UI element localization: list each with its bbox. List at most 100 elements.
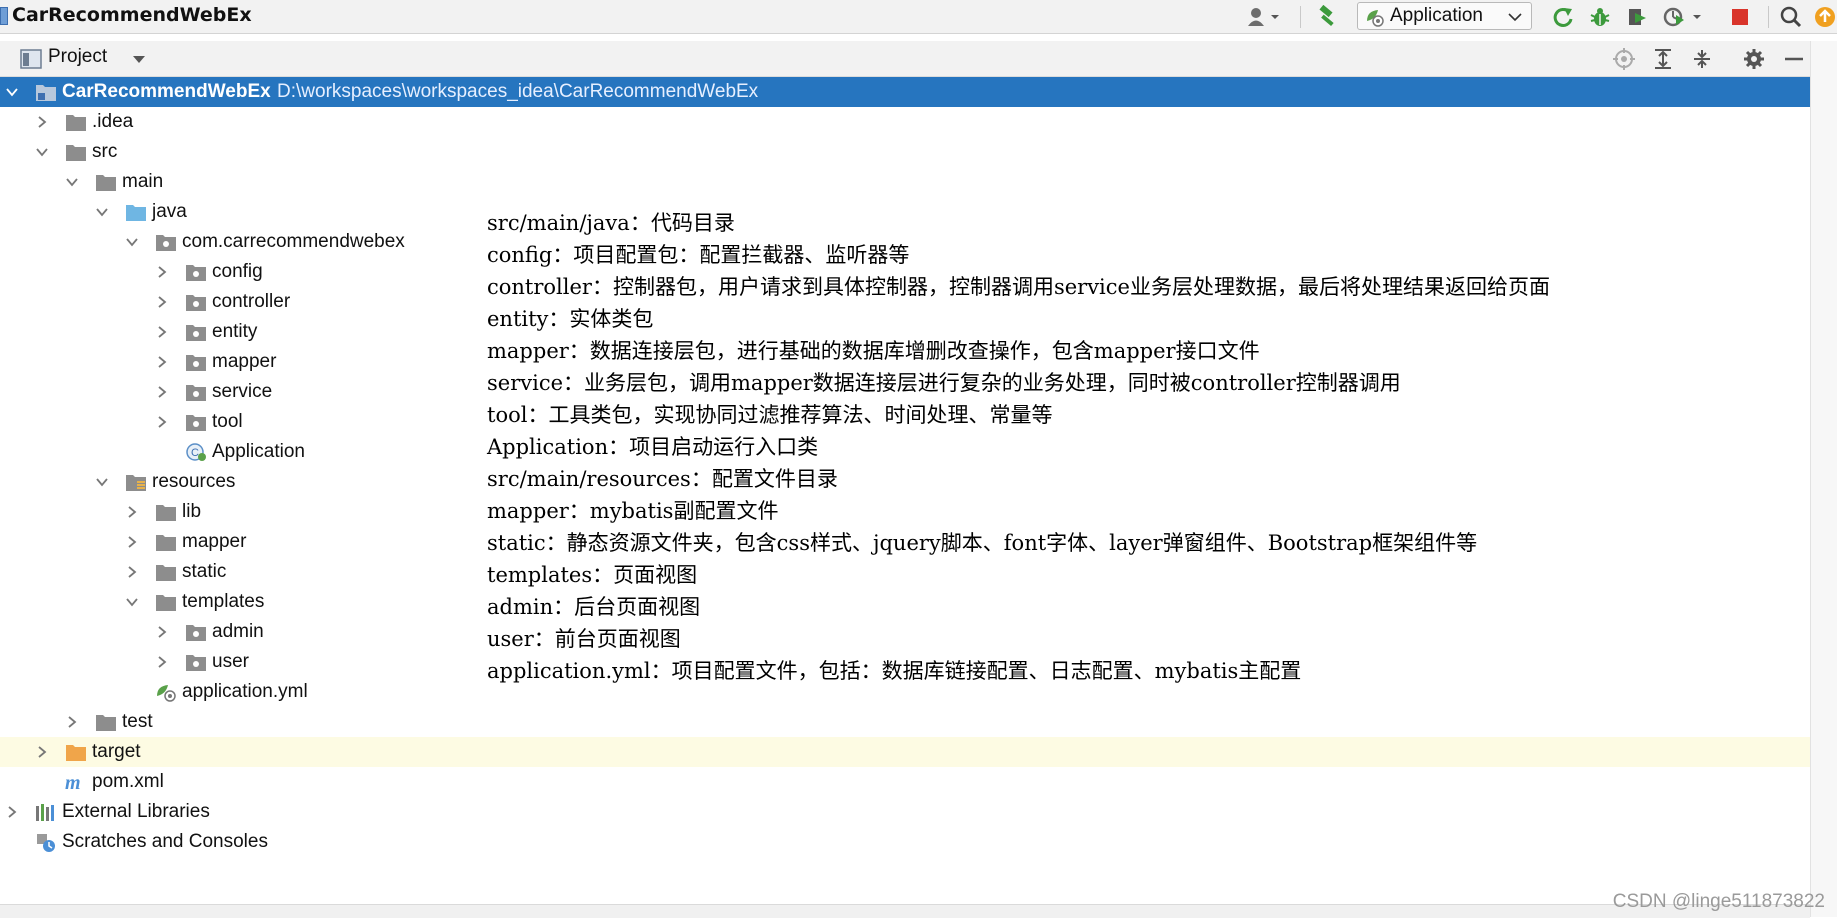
chevron-down-icon[interactable]: [96, 206, 108, 218]
tree-row-scratches[interactable]: Scratches and Consoles: [0, 827, 1810, 857]
tree-row-idea[interactable]: .idea: [0, 107, 1810, 137]
chevron-right-icon[interactable]: [36, 116, 48, 128]
tree-label-application: Application: [212, 441, 305, 462]
tree-row-test[interactable]: test: [0, 707, 1810, 737]
chevron-right-icon[interactable]: [156, 356, 168, 368]
chevron-down-icon[interactable]: [96, 476, 108, 488]
minimize-icon[interactable]: [1783, 48, 1805, 70]
package-icon: [186, 385, 206, 401]
package-icon: [186, 325, 206, 341]
chevron-right-icon[interactable]: [126, 566, 138, 578]
tree-label-external-libraries: External Libraries: [62, 801, 210, 822]
tree-label-java: java: [152, 201, 187, 222]
tree-row-target[interactable]: target: [0, 737, 1810, 767]
chevron-right-icon[interactable]: [66, 716, 78, 728]
dropdown-icon[interactable]: [132, 55, 146, 64]
chevron-right-icon[interactable]: [156, 656, 168, 668]
chevron-right-icon[interactable]: [156, 416, 168, 428]
stop-icon: [1732, 8, 1748, 25]
chevron-right-icon[interactable]: [126, 506, 138, 518]
account-button[interactable]: [1243, 0, 1287, 33]
chevron-down-icon[interactable]: [126, 596, 138, 608]
chevron-right-icon[interactable]: [156, 266, 168, 278]
annotation-line: templates：页面视图: [487, 563, 698, 587]
folder-icon: [156, 565, 176, 581]
chevron-right-icon[interactable]: [156, 626, 168, 638]
build-button[interactable]: [1310, 0, 1346, 33]
tree-label-entity: entity: [212, 321, 258, 342]
chevron-right-icon[interactable]: [126, 536, 138, 548]
tree-row-application[interactable]: C Application: [0, 437, 1810, 467]
breadcrumb-project[interactable]: CarRecommendWebEx: [12, 3, 252, 28]
tree-row-pom[interactable]: m pom.xml: [0, 767, 1810, 797]
chevron-down-icon[interactable]: [6, 86, 18, 98]
tree-label-static: static: [182, 561, 227, 582]
expand-all-icon[interactable]: [1652, 48, 1674, 70]
folder-icon: [156, 595, 176, 611]
run-config-label: Application: [1390, 5, 1483, 26]
tree-row-resources[interactable]: resources: [0, 467, 1810, 497]
update-icon: [1814, 6, 1835, 27]
annotation-line: tool：工具类包，实现协同过滤推荐算法、时间处理、常量等: [487, 403, 1053, 427]
locate-icon[interactable]: [1613, 48, 1635, 70]
chevron-right-icon[interactable]: [156, 386, 168, 398]
search-everywhere-button[interactable]: [1774, 0, 1808, 33]
annotation-line: src/main/java：代码目录: [487, 211, 735, 235]
rerun-button[interactable]: [1546, 0, 1580, 33]
folder-icon: [156, 535, 176, 551]
tree-row-lib[interactable]: lib: [0, 497, 1810, 527]
tree-row-admin[interactable]: admin: [0, 617, 1810, 647]
tree-row-templates[interactable]: templates: [0, 587, 1810, 617]
debug-button[interactable]: [1583, 0, 1617, 33]
update-button[interactable]: [1812, 0, 1837, 33]
right-tool-strip: [1810, 41, 1837, 917]
tree-label-config: config: [212, 261, 263, 282]
annotation-line: config：项目配置包：配置拦截器、监听器等: [487, 243, 910, 267]
user-icon: [1248, 7, 1279, 26]
chevron-down-icon[interactable]: [126, 236, 138, 248]
tree-label-lib: lib: [182, 501, 202, 522]
tree-row-java[interactable]: java: [0, 197, 1810, 227]
chevron-down-icon[interactable]: [36, 146, 48, 158]
annotation-line: mapper：数据连接层包，进行基础的数据库增删改查操作，包含mapper接口文…: [487, 339, 1260, 363]
project-panel-header: Project: [0, 41, 1810, 77]
annotation-line: user：前台页面视图: [487, 627, 681, 651]
tree-label-scratches: Scratches and Consoles: [62, 831, 268, 852]
run-configuration-select[interactable]: Application: [1357, 2, 1532, 30]
chevron-right-icon[interactable]: [6, 806, 18, 818]
profiler-icon: [1663, 7, 1701, 26]
package-icon: [186, 655, 206, 671]
stop-button[interactable]: [1723, 0, 1757, 33]
folder-icon: [96, 715, 116, 731]
resources-folder-icon: [126, 475, 146, 491]
run-with-coverage-button[interactable]: [1620, 0, 1654, 33]
project-panel-title[interactable]: Project: [48, 46, 107, 68]
breadcrumb[interactable]: CarRecommendWebEx: [0, 3, 252, 28]
tree-label-root: CarRecommendWebEx: [62, 81, 271, 102]
tree-row-static[interactable]: static: [0, 557, 1810, 587]
tree-label-package: com.carrecommendwebex: [182, 231, 405, 252]
chevron-right-icon[interactable]: [36, 746, 48, 758]
chevron-right-icon[interactable]: [156, 296, 168, 308]
tree-row-root[interactable]: CarRecommendWebEx D:\workspaces\workspac…: [0, 77, 1810, 107]
chevron-right-icon[interactable]: [156, 326, 168, 338]
annotation-line: mapper：mybatis副配置文件: [487, 499, 779, 523]
tree-label-test: test: [122, 711, 153, 732]
tree-row-src[interactable]: src: [0, 137, 1810, 167]
tree-label-resources-mapper: mapper: [182, 531, 247, 552]
tree-row-external-libraries[interactable]: External Libraries: [0, 797, 1810, 827]
tree-label-tool: tool: [212, 411, 243, 432]
bottom-edge: [0, 904, 1810, 918]
chevron-down-icon[interactable]: [66, 176, 78, 188]
tree-label-application-yml: application.yml: [182, 681, 308, 702]
folder-icon: [96, 175, 116, 191]
coverage-icon: [1629, 8, 1646, 25]
gear-icon[interactable]: [1743, 48, 1765, 70]
profile-button[interactable]: [1658, 0, 1708, 33]
tree-row-main[interactable]: main: [0, 167, 1810, 197]
module-folder-icon: [36, 85, 56, 101]
tree-label-resources: resources: [152, 471, 236, 492]
bug-icon: [1590, 7, 1610, 26]
collapse-all-icon[interactable]: [1691, 48, 1713, 70]
annotation-line: controller：控制器包，用户请求到具体控制器，控制器调用service业…: [487, 275, 1550, 299]
